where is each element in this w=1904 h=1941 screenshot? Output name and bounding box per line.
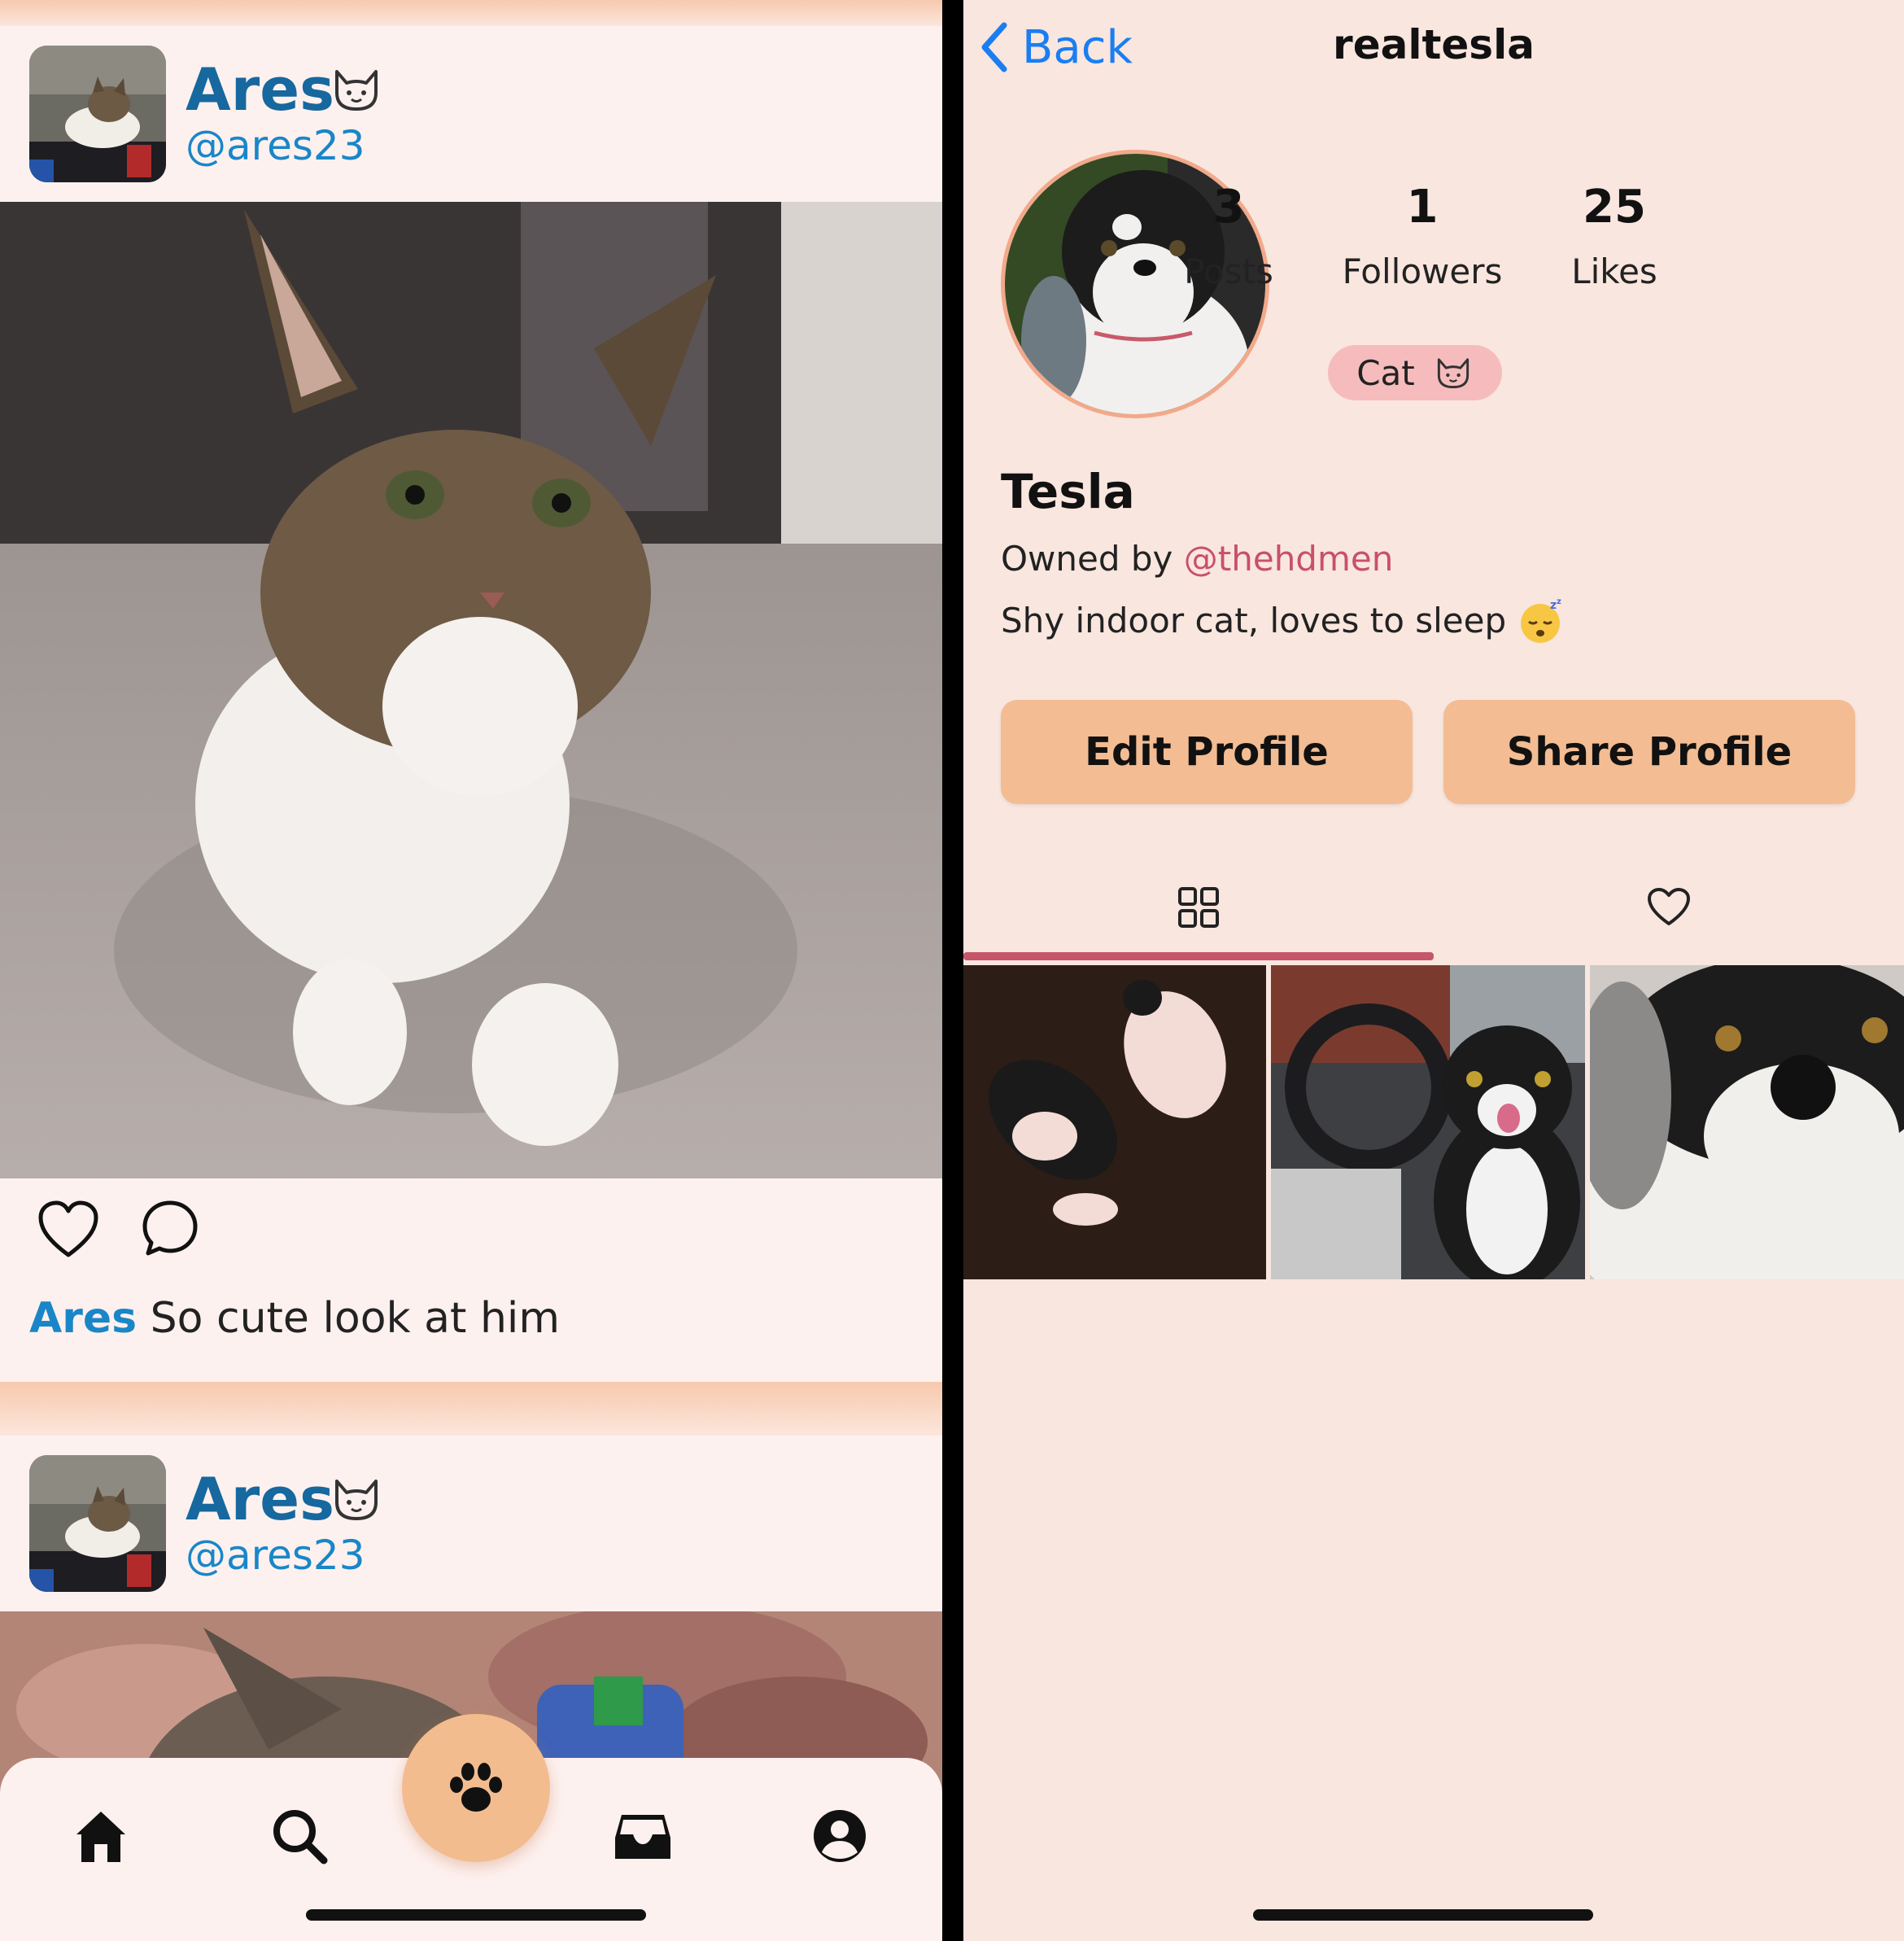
author-handle[interactable]: @ares23 — [186, 122, 365, 169]
account-icon[interactable] — [809, 1805, 871, 1867]
post-separator — [0, 1382, 942, 1436]
followers-label: Followers — [1342, 251, 1503, 291]
author-name[interactable]: Ares — [186, 55, 334, 124]
posts-label: Posts — [1184, 251, 1273, 291]
post-separator — [0, 0, 942, 26]
grid-photo[interactable] — [1271, 965, 1585, 1279]
caption-text: So cute look at him — [150, 1294, 561, 1343]
home-icon[interactable] — [70, 1805, 132, 1867]
author-name[interactable]: Ares — [186, 1465, 334, 1533]
cat-icon — [1437, 358, 1469, 389]
cat-icon — [335, 1480, 378, 1520]
species-badge: Cat — [1328, 345, 1502, 400]
cat-icon — [335, 70, 378, 111]
post-header: Ares @ares23 — [0, 26, 942, 202]
selected-tab-indicator — [963, 952, 1434, 960]
owner-link[interactable]: @thehdmen — [1184, 539, 1394, 579]
like-heart-icon[interactable] — [36, 1198, 101, 1263]
svg-text:z: z — [1557, 597, 1561, 606]
feed-screen: Ares @ares23 Ares So cute look at him Ar… — [0, 0, 942, 1941]
grid-photo[interactable] — [963, 965, 1266, 1279]
search-icon[interactable] — [269, 1805, 330, 1867]
profile-screen: Back realtesla 3 Posts 1 Followers 25 Li… — [963, 0, 1904, 1941]
pet-name: Tesla — [1001, 464, 1135, 519]
bio-text: Shy indoor cat, loves to sleep — [1001, 600, 1507, 640]
likes-count: 25 — [1583, 181, 1646, 234]
species-label: Cat — [1356, 352, 1415, 393]
author-avatar[interactable] — [29, 46, 166, 182]
stat-posts[interactable]: 3 Posts — [1131, 181, 1326, 291]
posts-count: 3 — [1212, 181, 1245, 234]
home-indicator — [306, 1909, 646, 1921]
share-profile-button[interactable]: Share Profile — [1443, 700, 1855, 804]
owned-prefix: Owned by — [1001, 539, 1173, 579]
home-indicator — [1253, 1909, 1593, 1921]
caption-author[interactable]: Ares — [29, 1294, 137, 1343]
svg-text:z: z — [1550, 599, 1557, 612]
post-actions-bar: Ares So cute look at him — [0, 1178, 942, 1382]
stat-followers[interactable]: 1 Followers — [1325, 181, 1520, 291]
heart-icon — [1648, 888, 1690, 925]
paw-icon — [450, 1763, 502, 1812]
edit-profile-button[interactable]: Edit Profile — [1001, 700, 1413, 804]
author-avatar[interactable] — [29, 1455, 166, 1592]
likes-label: Likes — [1571, 251, 1657, 291]
profile-username-title: realtesla — [1333, 21, 1535, 68]
post-caption: Ares So cute look at him — [29, 1294, 560, 1343]
inbox-icon[interactable] — [612, 1805, 674, 1867]
tab-posts-grid[interactable] — [963, 863, 1434, 952]
owner-line: Owned by @thehdmen — [1001, 539, 1393, 579]
tab-liked[interactable] — [1434, 863, 1904, 952]
author-handle[interactable]: @ares23 — [186, 1532, 365, 1579]
post-photo[interactable] — [0, 202, 942, 1178]
grid-icon — [1178, 887, 1219, 928]
followers-count: 1 — [1406, 181, 1439, 234]
sleeping-face-icon: z z — [1521, 597, 1561, 643]
grid-photo[interactable] — [1590, 965, 1904, 1279]
comment-bubble-icon[interactable] — [140, 1198, 200, 1258]
post-header: Ares @ares23 — [0, 1436, 942, 1611]
bio: Shy indoor cat, loves to sleep z z — [1001, 596, 1566, 645]
stat-likes[interactable]: 25 Likes — [1517, 181, 1712, 291]
paw-button[interactable] — [402, 1714, 550, 1862]
